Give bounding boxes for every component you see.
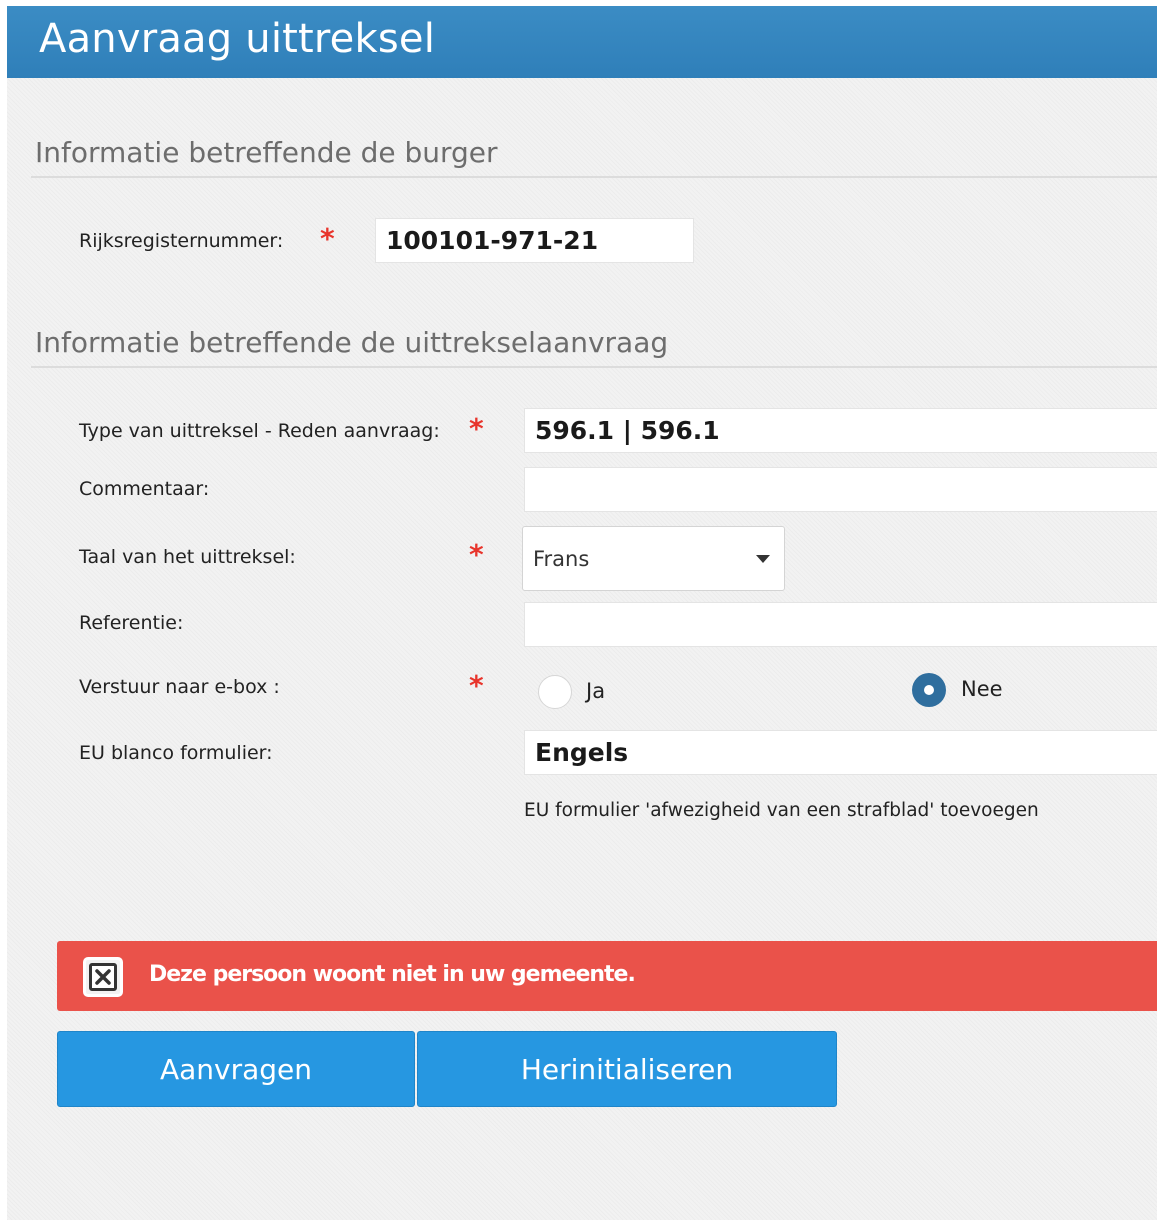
page-frame: Aanvraag uittreksel Informatie betreffen… — [7, 6, 1157, 1220]
section-title-burger: Informatie betreffende de burger — [35, 136, 498, 169]
page-header: Aanvraag uittreksel — [7, 6, 1157, 78]
rijksregisternummer-input[interactable]: 100101-971-21 — [375, 218, 694, 263]
page-title: Aanvraag uittreksel — [39, 16, 436, 62]
aanvragen-button[interactable]: Aanvragen — [57, 1031, 415, 1107]
eu-blanco-hint: EU formulier 'afwezigheid van een strafb… — [524, 800, 1039, 821]
rijksregisternummer-value: 100101-971-21 — [386, 226, 599, 255]
referentie-input[interactable] — [524, 602, 1157, 647]
type-uittreksel-value: 596.1 | 596.1 — [535, 416, 720, 445]
section-divider — [31, 366, 1157, 368]
herinitialiseren-button[interactable]: Herinitialiseren — [417, 1031, 837, 1107]
ebox-radio-nee-label: Nee — [961, 677, 1003, 701]
ebox-radio-nee[interactable] — [912, 673, 946, 707]
taal-select[interactable]: Frans — [522, 526, 785, 591]
ebox-label: Verstuur naar e-box : — [79, 676, 280, 698]
type-uittreksel-input[interactable]: 596.1 | 596.1 — [524, 408, 1157, 453]
rijksregisternummer-label: Rijksregisternummer: — [79, 230, 284, 252]
required-asterisk: * — [469, 538, 484, 571]
required-asterisk: * — [469, 669, 484, 702]
ebox-radio-ja[interactable] — [538, 675, 572, 709]
radio-selected-dot — [924, 685, 934, 695]
commentaar-input[interactable] — [524, 467, 1157, 512]
section-title-aanvraag: Informatie betreffende de uittrekselaanv… — [35, 326, 669, 359]
eu-blanco-label: EU blanco formulier: — [79, 742, 273, 764]
close-box-icon — [83, 957, 123, 997]
section-divider — [31, 176, 1157, 178]
eu-blanco-value: Engels — [535, 738, 629, 767]
eu-blanco-input[interactable]: Engels — [524, 730, 1157, 775]
taal-selected-value: Frans — [533, 546, 590, 571]
type-uittreksel-label: Type van uittreksel - Reden aanvraag: — [79, 420, 440, 442]
error-alert: Deze persoon woont niet in uw gemeente. — [57, 941, 1157, 1011]
taal-label: Taal van het uittreksel: — [79, 546, 296, 568]
required-asterisk: * — [320, 222, 335, 255]
ebox-radio-ja-label: Ja — [586, 679, 606, 703]
chevron-down-icon — [756, 555, 770, 563]
referentie-label: Referentie: — [79, 612, 184, 634]
error-alert-message: Deze persoon woont niet in uw gemeente. — [149, 962, 636, 987]
commentaar-label: Commentaar: — [79, 478, 210, 500]
required-asterisk: * — [469, 412, 484, 445]
